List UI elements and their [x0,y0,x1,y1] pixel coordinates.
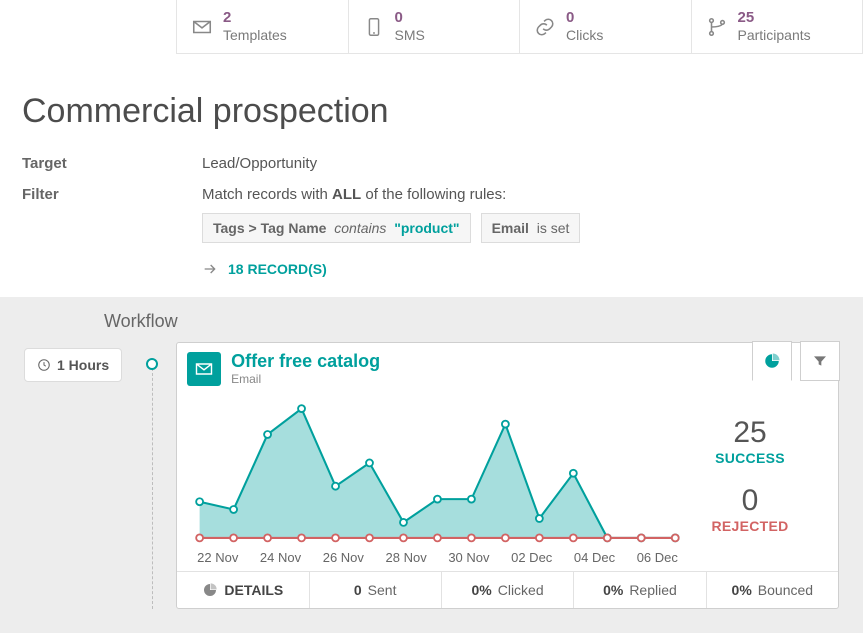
filter-chip-tags[interactable]: Tags > Tag Name contains "product" [202,213,471,243]
main-content: Commercial prospection Target Lead/Oppor… [0,54,863,281]
workflow-step-card: Offer free catalog Email 22 Nov 24 Nov 26 … [176,342,839,609]
metric-sent[interactable]: 0 Sent [310,572,442,608]
filter-text: Match records with ALL of the following … [202,186,841,203]
stat-templates[interactable]: 2 Templates [176,0,348,53]
details-button[interactable]: DETAILS [177,572,309,608]
metric-label: Sent [368,582,397,598]
reject-label: REJECTED [688,518,812,534]
filter-row: Filter Match records with ALL of the fol… [22,186,841,281]
step-title[interactable]: Offer free catalog [231,351,380,372]
chip-value: "product" [394,220,459,236]
metric-value: 0% [732,582,752,598]
records-link[interactable]: 18 RECORD(S) [202,261,327,277]
mail-icon [191,16,213,38]
x-axis-label: 24 Nov [260,550,301,565]
stat-label: Templates [223,27,287,44]
stat-label: Clicks [566,27,603,44]
target-row: Target Lead/Opportunity [22,155,841,172]
chip-field: Tags > Tag Name [213,220,326,236]
metric-bounced[interactable]: 0% Bounced [707,572,838,608]
x-axis-label: 04 Dec [574,550,615,565]
filter-prefix: Match records with [202,186,332,203]
workflow-heading: Workflow [104,311,839,332]
details-label: DETAILS [224,582,283,598]
metric-label: Clicked [498,582,544,598]
stat-value: 2 [223,9,287,27]
metric-replied[interactable]: 0% Replied [574,572,706,608]
metric-value: 0 [354,582,362,598]
filter-chip-email[interactable]: Email is set [481,213,581,243]
stat-participants[interactable]: 25 Participants [691,0,863,53]
metric-label: Bounced [758,582,813,598]
records-count: 18 RECORD(S) [228,261,327,277]
link-icon [534,16,556,38]
delay-text: 1 Hours [57,357,109,373]
email-step-icon [187,352,221,386]
mobile-icon [363,16,385,38]
metric-label: Replied [629,582,676,598]
participants-chart: 22 Nov 24 Nov 26 Nov 28 Nov 30 Nov 02 Dec 04 D… [195,404,680,565]
metric-value: 0% [603,582,623,598]
funnel-icon [812,353,828,369]
stats-bar: 2 Templates 0 SMS 0 Clicks 25 Participan… [176,0,863,54]
pie-chart-icon [763,352,781,370]
chip-field: Email [492,220,529,236]
stat-sms[interactable]: 0 SMS [348,0,520,53]
target-label: Target [22,155,202,172]
target-value: Lead/Opportunity [202,155,841,172]
stat-label: SMS [395,27,425,44]
reject-value: 0 [688,484,812,518]
metrics-row: DETAILS 0 Sent 0% Clicked 0% Replied 0% … [177,571,838,608]
branch-icon [706,16,728,38]
delay-badge[interactable]: 1 Hours [24,348,122,382]
filter-label: Filter [22,186,202,203]
chip-op: contains [334,220,386,236]
x-axis-label: 26 Nov [323,550,364,565]
arrow-right-icon [202,261,218,277]
x-axis-label: 06 Dec [637,550,678,565]
stat-value: 0 [395,9,425,27]
x-axis-label: 22 Nov [197,550,238,565]
page-title: Commercial prospection [22,92,841,131]
filter-bold: ALL [332,186,361,203]
success-label: SUCCESS [688,450,812,466]
pie-chart-icon [202,582,218,598]
stat-value: 0 [566,9,603,27]
stat-clicks[interactable]: 0 Clicks [519,0,691,53]
clock-icon [37,358,51,372]
x-axis-label: 02 Dec [511,550,552,565]
success-value: 25 [688,416,812,450]
workflow-section: Workflow 1 Hours Offer free [0,297,863,633]
chip-op: is set [537,220,570,236]
step-subtitle: Email [231,372,380,386]
metric-clicked[interactable]: 0% Clicked [442,572,574,608]
x-axis-label: 28 Nov [386,550,427,565]
chart-summary: 25 SUCCESS 0 REJECTED [680,416,820,552]
filter-suffix: of the following rules: [361,186,506,203]
stat-label: Participants [738,27,811,44]
workflow-timeline [152,368,153,609]
timeline-node-icon [146,358,158,370]
metric-value: 0% [471,582,491,598]
stats-tab-button[interactable] [752,341,792,381]
filter-tab-button[interactable] [800,341,840,381]
stat-value: 25 [738,9,811,27]
x-axis-label: 30 Nov [448,550,489,565]
mail-icon [194,359,214,379]
